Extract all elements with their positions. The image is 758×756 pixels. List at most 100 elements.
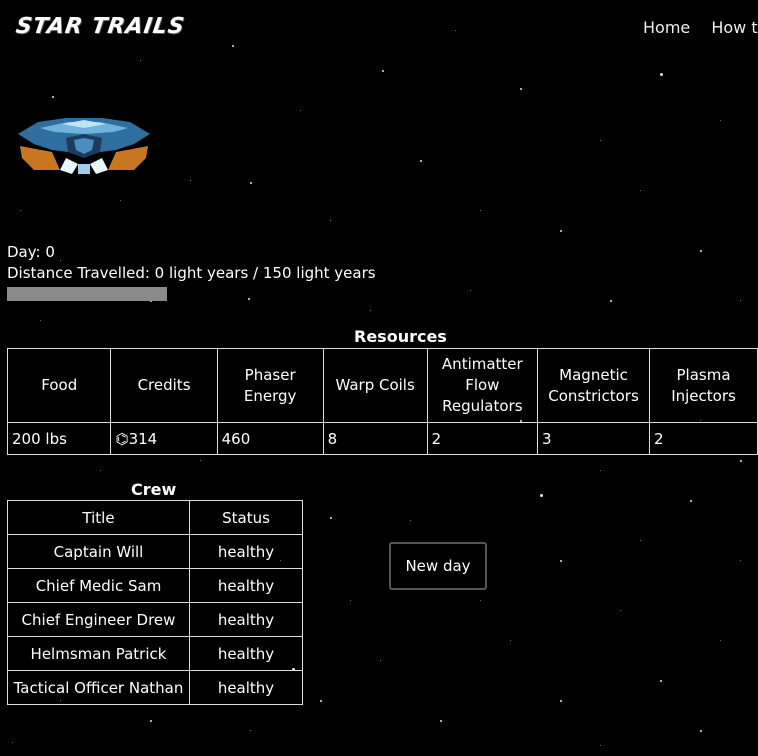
star bbox=[382, 70, 384, 72]
star bbox=[250, 730, 251, 731]
star bbox=[740, 460, 742, 462]
star bbox=[200, 460, 201, 461]
star bbox=[470, 290, 471, 291]
star bbox=[520, 88, 522, 90]
star bbox=[420, 160, 422, 162]
star bbox=[720, 640, 721, 641]
star bbox=[250, 182, 252, 184]
star bbox=[540, 494, 543, 497]
star bbox=[740, 560, 741, 561]
crew-row: Tactical Officer Nathan healthy bbox=[7, 670, 303, 705]
star bbox=[455, 30, 456, 31]
crew-row: Chief Engineer Drew healthy bbox=[7, 602, 303, 637]
star bbox=[640, 190, 641, 191]
star bbox=[600, 470, 601, 471]
star bbox=[440, 720, 442, 722]
resource-header: Magnetic Constrictors bbox=[537, 348, 650, 423]
star bbox=[12, 742, 13, 743]
resource-value: ⌬314 bbox=[110, 422, 218, 455]
star bbox=[690, 500, 692, 502]
new-day-button[interactable]: New day bbox=[389, 542, 487, 590]
crew-status: healthy bbox=[189, 670, 303, 705]
star bbox=[600, 745, 601, 746]
crew-status: healthy bbox=[189, 568, 303, 603]
star bbox=[140, 60, 141, 61]
star bbox=[620, 610, 621, 611]
resource-header: Plasma Injectors bbox=[649, 348, 758, 423]
star bbox=[720, 120, 721, 121]
crew-title: Captain Will bbox=[7, 534, 190, 569]
star bbox=[480, 600, 481, 601]
resource-value: 8 bbox=[322, 422, 428, 455]
star bbox=[610, 300, 612, 302]
crew-title-header: Title bbox=[7, 500, 190, 535]
crew-table: Title Status Captain Will healthy Chief … bbox=[7, 500, 303, 705]
distance-travelled: Distance Travelled: 0 light years / 150 … bbox=[7, 264, 376, 282]
star bbox=[560, 700, 562, 702]
resource-header: Phaser Energy bbox=[216, 348, 324, 423]
crew-status: healthy bbox=[189, 534, 303, 569]
star bbox=[640, 540, 641, 541]
resources-value-row: 200 lbs ⌬314 460 8 2 3 2 bbox=[6, 422, 758, 455]
star-trails-logo[interactable]: STAR TRAILS bbox=[14, 14, 186, 39]
star bbox=[20, 210, 21, 211]
resources-header-row: Food Credits Phaser Energy Warp Coils An… bbox=[6, 348, 758, 423]
star bbox=[150, 720, 152, 722]
star bbox=[330, 517, 332, 519]
star bbox=[560, 230, 562, 232]
star bbox=[232, 45, 234, 47]
star bbox=[600, 140, 601, 141]
resource-header: Credits bbox=[110, 348, 218, 423]
crew-status-header: Status bbox=[189, 500, 303, 535]
resources-caption: Resources bbox=[354, 327, 447, 346]
star bbox=[740, 300, 741, 301]
resource-value: 2 bbox=[426, 422, 539, 455]
crew-row: Captain Will healthy bbox=[7, 534, 303, 569]
star bbox=[700, 250, 702, 252]
star bbox=[660, 680, 662, 682]
nav-home-link[interactable]: Home bbox=[643, 18, 690, 37]
spaceship-icon bbox=[18, 118, 150, 174]
resource-value: 200 lbs bbox=[6, 422, 112, 455]
nav-how-to-link[interactable]: How t bbox=[711, 18, 757, 37]
resource-header: Food bbox=[6, 348, 112, 423]
journey-progress-bar bbox=[7, 287, 167, 301]
crew-status: healthy bbox=[189, 636, 303, 671]
star bbox=[370, 310, 371, 311]
star bbox=[330, 220, 331, 221]
star bbox=[320, 700, 322, 702]
resource-header: Antimatter Flow Regulators bbox=[426, 348, 539, 423]
star bbox=[40, 320, 41, 321]
star bbox=[52, 96, 54, 98]
star bbox=[300, 110, 301, 111]
resource-value: 2 bbox=[649, 422, 758, 455]
resource-value: 460 bbox=[216, 422, 324, 455]
star bbox=[700, 730, 702, 732]
crew-header-row: Title Status bbox=[7, 500, 303, 535]
star bbox=[60, 260, 61, 261]
star bbox=[480, 210, 481, 211]
star bbox=[100, 470, 101, 471]
crew-title: Helmsman Patrick bbox=[7, 636, 190, 671]
crew-row: Chief Medic Sam healthy bbox=[7, 568, 303, 603]
star bbox=[660, 73, 663, 76]
star bbox=[380, 660, 381, 661]
day-counter: Day: 0 bbox=[7, 243, 55, 261]
star bbox=[510, 640, 511, 641]
star bbox=[560, 560, 562, 562]
star bbox=[248, 298, 250, 300]
resource-value: 3 bbox=[537, 422, 650, 455]
star bbox=[190, 180, 191, 181]
crew-row: Helmsman Patrick healthy bbox=[7, 636, 303, 671]
crew-caption: Crew bbox=[131, 480, 177, 499]
star bbox=[410, 520, 411, 521]
resource-header: Warp Coils bbox=[322, 348, 428, 423]
crew-status: healthy bbox=[189, 602, 303, 637]
crew-title: Chief Engineer Drew bbox=[7, 602, 190, 637]
star bbox=[350, 600, 351, 601]
top-nav: Home How t bbox=[643, 18, 758, 37]
resources-table: Food Credits Phaser Energy Warp Coils An… bbox=[6, 348, 758, 455]
crew-title: Tactical Officer Nathan bbox=[7, 670, 190, 705]
star bbox=[120, 200, 121, 201]
crew-title: Chief Medic Sam bbox=[7, 568, 190, 603]
